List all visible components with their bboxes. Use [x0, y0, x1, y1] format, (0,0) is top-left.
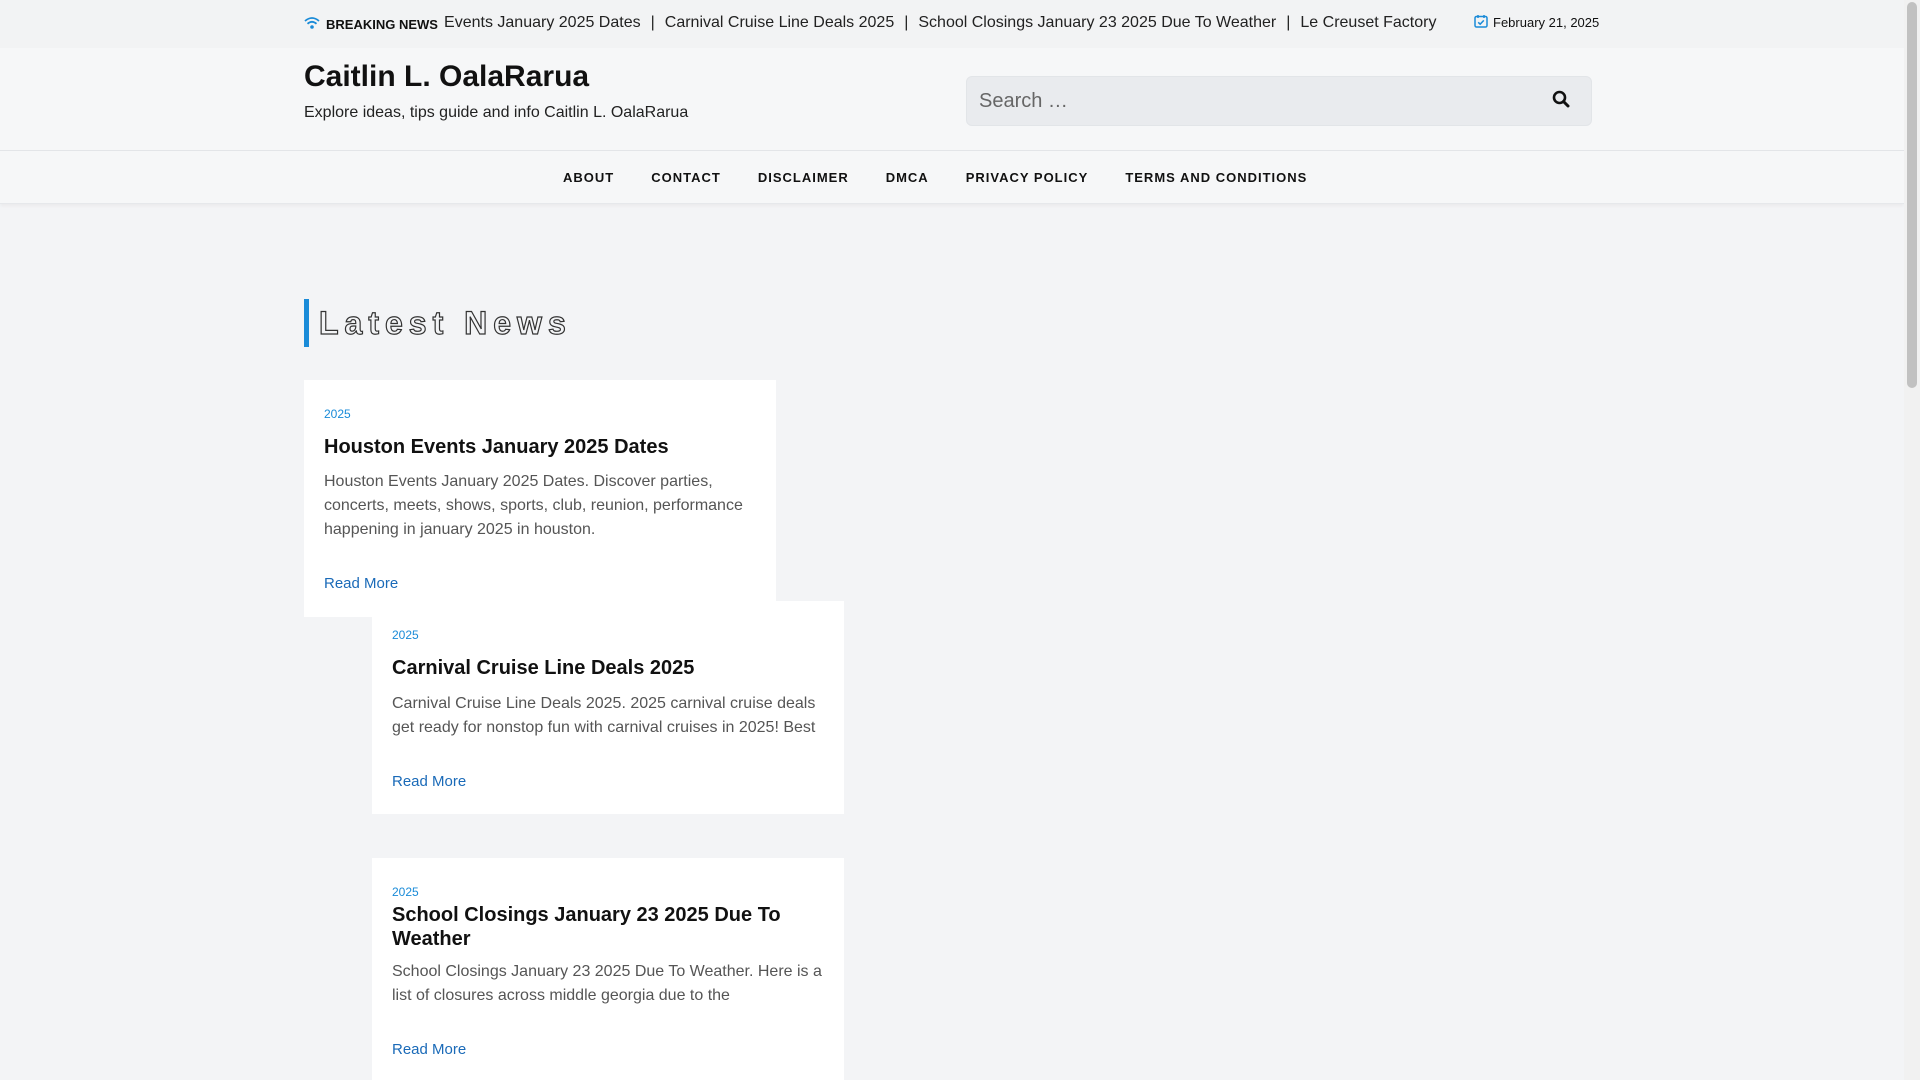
search-icon	[1552, 90, 1570, 113]
post-card: 2025 Carnival Cruise Line Deals 2025 Car…	[372, 601, 844, 814]
main-navigation: ABOUT CONTACT DISCLAIMER DMCA PRIVACY PO…	[0, 151, 1904, 204]
search-input[interactable]	[967, 77, 1527, 125]
ticker-item[interactable]: Le Creuset Factory To	[1300, 14, 1440, 31]
nav-item-contact[interactable]: CONTACT	[651, 170, 721, 185]
nav-item-privacy-policy[interactable]: PRIVACY POLICY	[966, 170, 1089, 185]
ticker-item[interactable]: School Closings January 23 2025 Due To W…	[918, 14, 1276, 31]
site-tagline: Explore ideas, tips guide and info Caitl…	[304, 104, 689, 121]
scrollbar-thumb[interactable]	[1907, 2, 1917, 388]
top-bar: BREAKING NEWS Houston Events January 202…	[0, 0, 1904, 49]
breaking-news-badge: BREAKING NEWS	[304, 15, 444, 33]
site-title[interactable]: Caitlin L. OalaRarua	[304, 60, 589, 94]
nav-item-terms-and-conditions[interactable]: TERMS AND CONDITIONS	[1125, 170, 1307, 185]
post-title[interactable]: Houston Events January 2025 Dates	[324, 435, 756, 459]
ticker-separator: |	[650, 14, 655, 31]
breaking-news-label: BREAKING NEWS	[326, 16, 438, 32]
date-text: February 21, 2025	[1493, 15, 1600, 30]
page-scrollbar[interactable]	[1904, 0, 1920, 1080]
nav-item-dmca[interactable]: DMCA	[886, 170, 929, 185]
read-more-link[interactable]: Read More	[392, 1041, 466, 1058]
post-excerpt: School Closings January 23 2025 Due To W…	[392, 963, 822, 1004]
ticker-track: Houston Events January 2025 Dates | Carniv…	[440, 14, 1440, 32]
post-excerpt: Carnival Cruise Line Deals 2025. 2025 ca…	[392, 695, 816, 736]
post-excerpt: Houston Events January 2025 Dates. Disco…	[324, 473, 743, 538]
post-card: 2025 Houston Events January 2025 Dates H…	[304, 380, 776, 617]
post-category[interactable]: 2025	[392, 628, 419, 642]
search-form	[966, 76, 1592, 126]
site-header	[0, 48, 1904, 151]
read-more-link[interactable]: Read More	[392, 773, 466, 790]
current-date: February 21, 2025	[1474, 14, 1599, 31]
news-ticker: Houston Events January 2025 Dates | Carniv…	[440, 14, 1440, 34]
post-title[interactable]: School Closings January 23 2025 Due To W…	[392, 903, 824, 951]
post-title[interactable]: Carnival Cruise Line Deals 2025	[392, 656, 824, 680]
read-more-link[interactable]: Read More	[324, 575, 398, 592]
ticker-item[interactable]: Houston Events January 2025 Dates	[440, 14, 641, 31]
section-heading: Latest News	[304, 299, 572, 347]
post-category[interactable]: 2025	[392, 885, 419, 899]
search-button[interactable]	[1549, 89, 1573, 113]
nav-item-about[interactable]: ABOUT	[563, 170, 614, 185]
wifi-icon	[304, 16, 320, 33]
post-category[interactable]: 2025	[324, 407, 351, 421]
ticker-separator: |	[904, 14, 909, 31]
ticker-item[interactable]: Carnival Cruise Line Deals 2025	[665, 14, 894, 31]
calendar-check-icon	[1474, 14, 1488, 31]
section-title: Latest News	[318, 304, 572, 341]
nav-item-disclaimer[interactable]: DISCLAIMER	[758, 170, 849, 185]
post-card: 2025 School Closings January 23 2025 Due…	[372, 858, 844, 1080]
ticker-separator: |	[1286, 14, 1291, 31]
